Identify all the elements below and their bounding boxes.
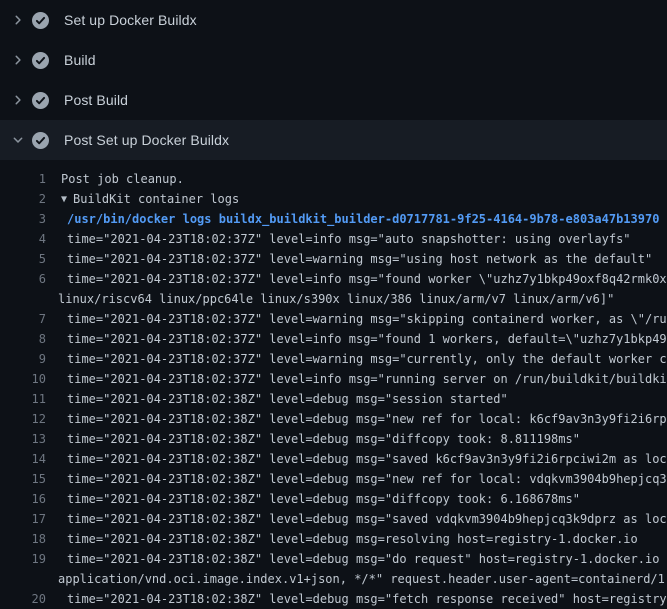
line-number <box>0 289 46 309</box>
log-line: 16time="2021-04-23T18:02:38Z" level=debu… <box>0 489 667 509</box>
log-text: time="2021-04-23T18:02:37Z" level=info m… <box>46 329 667 349</box>
line-number[interactable]: 1 <box>0 169 46 189</box>
line-number[interactable]: 20 <box>0 589 46 609</box>
line-number[interactable]: 16 <box>0 489 46 509</box>
log-line: 14time="2021-04-23T18:02:38Z" level=debu… <box>0 449 667 469</box>
log-line-continuation: linux/riscv64 linux/ppc64le linux/s390x … <box>0 289 667 309</box>
actions-log-viewer: Set up Docker Buildx Build Post Build Post … <box>0 0 667 609</box>
log-text: time="2021-04-23T18:02:38Z" level=debug … <box>46 589 667 609</box>
log-line: 11time="2021-04-23T18:02:38Z" level=debu… <box>0 389 667 409</box>
group-label[interactable]: BuildKit container logs <box>73 192 239 206</box>
log-text: time="2021-04-23T18:02:38Z" level=debug … <box>46 549 667 569</box>
log-line: 12time="2021-04-23T18:02:38Z" level=debu… <box>0 409 667 429</box>
log-text: time="2021-04-23T18:02:37Z" level=info m… <box>46 269 667 289</box>
log-area: 1Post job cleanup.2 ▼ BuildKit container l… <box>0 160 667 609</box>
step-header-post-build[interactable]: Post Build <box>0 80 667 120</box>
log-text: time="2021-04-23T18:02:38Z" level=debug … <box>46 429 667 449</box>
log-line: 5time="2021-04-23T18:02:37Z" level=warni… <box>0 249 667 269</box>
step-header-set-up-docker-buildx[interactable]: Set up Docker Buildx <box>0 0 667 40</box>
step-label: Post Build <box>64 92 128 108</box>
log-line: 6time="2021-04-23T18:02:37Z" level=info … <box>0 269 667 289</box>
log-line: 2 ▼ BuildKit container logs <box>0 189 667 209</box>
log-line: 20time="2021-04-23T18:02:38Z" level=debu… <box>0 589 667 609</box>
line-number[interactable]: 7 <box>0 309 46 329</box>
log-text: linux/riscv64 linux/ppc64le linux/s390x … <box>46 289 667 309</box>
step-header-build[interactable]: Build <box>0 40 667 80</box>
line-number[interactable]: 3 <box>0 209 46 229</box>
log-text: time="2021-04-23T18:02:37Z" level=warnin… <box>46 309 667 329</box>
chevron-right-icon <box>10 12 26 28</box>
log-line: 9time="2021-04-23T18:02:37Z" level=warni… <box>0 349 667 369</box>
step-label: Build <box>64 52 96 68</box>
line-number[interactable]: 15 <box>0 469 46 489</box>
log-line: 4time="2021-04-23T18:02:37Z" level=info … <box>0 229 667 249</box>
check-circle-icon <box>32 52 49 69</box>
check-circle-icon <box>32 92 49 109</box>
line-number[interactable]: 11 <box>0 389 46 409</box>
log-line: 15time="2021-04-23T18:02:38Z" level=debu… <box>0 469 667 489</box>
line-number[interactable]: 12 <box>0 409 46 429</box>
log-line: 3/usr/bin/docker logs buildx_buildkit_bu… <box>0 209 667 229</box>
command-text: /usr/bin/docker logs buildx_buildkit_bui… <box>46 209 667 229</box>
log-text[interactable]: ▼ BuildKit container logs <box>46 189 667 209</box>
log-text: Post job cleanup. <box>46 169 667 189</box>
check-circle-icon <box>32 12 49 29</box>
line-number[interactable]: 18 <box>0 529 46 549</box>
chevron-right-icon <box>10 92 26 108</box>
step-header-post-set-up-docker-buildx[interactable]: Post Set up Docker Buildx <box>0 120 667 160</box>
log-text: time="2021-04-23T18:02:38Z" level=debug … <box>46 489 667 509</box>
line-number[interactable]: 19 <box>0 549 46 569</box>
log-line: 19time="2021-04-23T18:02:38Z" level=debu… <box>0 549 667 569</box>
log-text: time="2021-04-23T18:02:37Z" level=info m… <box>46 229 667 249</box>
log-text: time="2021-04-23T18:02:37Z" level=info m… <box>46 369 667 389</box>
log-text: time="2021-04-23T18:02:37Z" level=warnin… <box>46 249 667 269</box>
line-number[interactable]: 17 <box>0 509 46 529</box>
log-line: 10time="2021-04-23T18:02:37Z" level=info… <box>0 369 667 389</box>
log-text: time="2021-04-23T18:02:38Z" level=debug … <box>46 449 667 469</box>
log-text: time="2021-04-23T18:02:38Z" level=debug … <box>46 509 667 529</box>
line-number[interactable]: 9 <box>0 349 46 369</box>
line-number[interactable]: 4 <box>0 229 46 249</box>
log-text: time="2021-04-23T18:02:38Z" level=debug … <box>46 389 667 409</box>
line-number <box>0 569 46 589</box>
line-number[interactable]: 13 <box>0 429 46 449</box>
line-number[interactable]: 5 <box>0 249 46 269</box>
line-number[interactable]: 8 <box>0 329 46 349</box>
line-number[interactable]: 10 <box>0 369 46 389</box>
line-number[interactable]: 14 <box>0 449 46 469</box>
log-line: 8time="2021-04-23T18:02:37Z" level=info … <box>0 329 667 349</box>
log-line: 18time="2021-04-23T18:02:38Z" level=debu… <box>0 529 667 549</box>
chevron-down-icon <box>10 132 26 148</box>
log-text: time="2021-04-23T18:02:38Z" level=debug … <box>46 529 667 549</box>
line-number[interactable]: 2 <box>0 189 46 209</box>
log-text: application/vnd.oci.image.index.v1+json,… <box>46 569 667 589</box>
step-label: Set up Docker Buildx <box>64 12 197 28</box>
log-text: time="2021-04-23T18:02:38Z" level=debug … <box>46 469 667 489</box>
step-label: Post Set up Docker Buildx <box>64 132 229 148</box>
log-line: 17time="2021-04-23T18:02:38Z" level=debu… <box>0 509 667 529</box>
group-toggle-icon[interactable]: ▼ <box>61 190 67 209</box>
log-text: time="2021-04-23T18:02:37Z" level=warnin… <box>46 349 667 369</box>
steps-list: Set up Docker Buildx Build Post Build Post … <box>0 0 667 160</box>
log-line: 13time="2021-04-23T18:02:38Z" level=debu… <box>0 429 667 449</box>
log-text: time="2021-04-23T18:02:38Z" level=debug … <box>46 409 667 429</box>
chevron-right-icon <box>10 52 26 68</box>
log-line: 7time="2021-04-23T18:02:37Z" level=warni… <box>0 309 667 329</box>
check-circle-icon <box>32 132 49 149</box>
log-line-continuation: application/vnd.oci.image.index.v1+json,… <box>0 569 667 589</box>
line-number[interactable]: 6 <box>0 269 46 289</box>
log-line: 1Post job cleanup. <box>0 169 667 189</box>
